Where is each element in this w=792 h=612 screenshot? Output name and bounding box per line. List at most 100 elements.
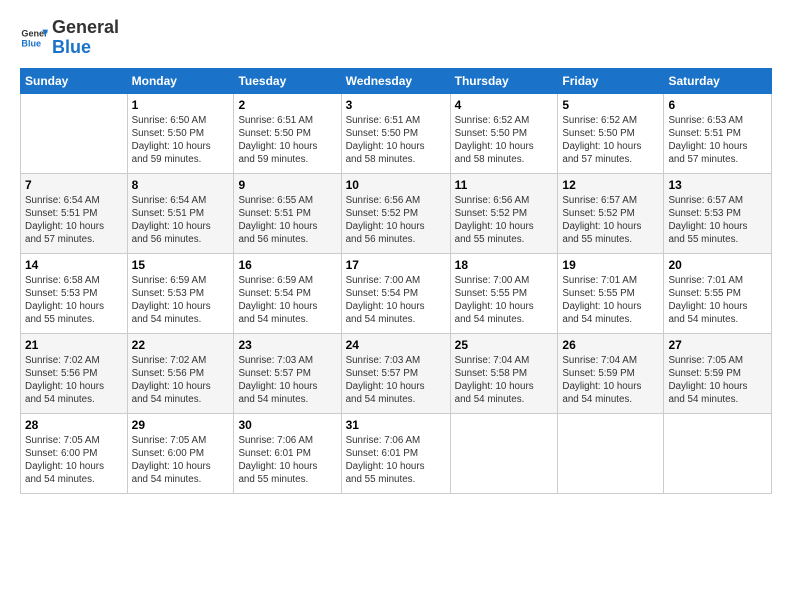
calendar-cell: 10 Sunrise: 6:56 AM Sunset: 5:52 PM Dayli… [341,173,450,253]
calendar-cell: 21Sunrise: 7:02 AM Sunset: 5:56 PM Dayli… [21,333,128,413]
calendar-cell: 20 Sunrise: 7:01 AM Sunset: 5:55 PM Dayli… [664,253,772,333]
day-info: Sunrise: 6:59 AM Sunset: 5:54 PM Dayligh… [238,274,336,327]
calendar-cell [450,413,558,493]
day-number: 2 [238,98,336,112]
day-number: 14 [25,258,123,272]
calendar-cell: 6 Sunrise: 6:53 AM Sunset: 5:51 PM Daylig… [664,93,772,173]
calendar-cell: 11Sunrise: 6:56 AM Sunset: 5:52 PM Dayli… [450,173,558,253]
day-info: Sunrise: 7:04 AM Sunset: 5:59 PM Dayligh… [562,354,659,407]
weekday-header-wednesday: Wednesday [341,68,450,93]
day-info: Sunrise: 6:50 AM Sunset: 5:50 PM Dayligh… [132,114,230,167]
calendar-cell: 8 Sunrise: 6:54 AM Sunset: 5:51 PM Daylig… [127,173,234,253]
day-number: 16 [238,258,336,272]
svg-text:Blue: Blue [21,38,41,48]
weekday-header-sunday: Sunday [21,68,128,93]
day-number: 9 [238,178,336,192]
weekday-header-saturday: Saturday [664,68,772,93]
calendar-cell: 30Sunrise: 7:06 AM Sunset: 6:01 PM Dayli… [234,413,341,493]
calendar-row-4: 21Sunrise: 7:02 AM Sunset: 5:56 PM Dayli… [21,333,772,413]
calendar-cell: 26 Sunrise: 7:04 AM Sunset: 5:59 PM Dayli… [558,333,664,413]
calendar-cell [664,413,772,493]
weekday-header-row: SundayMondayTuesdayWednesdayThursdayFrid… [21,68,772,93]
day-number: 15 [132,258,230,272]
day-number: 8 [132,178,230,192]
calendar-row-5: 28Sunrise: 7:05 AM Sunset: 6:00 PM Dayli… [21,413,772,493]
calendar-cell: 17 Sunrise: 7:00 AM Sunset: 5:54 PM Dayli… [341,253,450,333]
day-number: 3 [346,98,446,112]
day-number: 19 [562,258,659,272]
day-number: 17 [346,258,446,272]
day-info: Sunrise: 6:57 AM Sunset: 5:52 PM Dayligh… [562,194,659,247]
day-info: Sunrise: 7:06 AM Sunset: 6:01 PM Dayligh… [238,434,336,487]
page: General Blue General Blue SundayMondayTu… [0,0,792,612]
calendar-cell [21,93,128,173]
calendar-row-2: 7 Sunrise: 6:54 AM Sunset: 5:51 PM Daylig… [21,173,772,253]
day-info: Sunrise: 7:05 AM Sunset: 6:00 PM Dayligh… [132,434,230,487]
calendar-cell: 18 Sunrise: 7:00 AM Sunset: 5:55 PM Dayli… [450,253,558,333]
day-info: Sunrise: 6:56 AM Sunset: 5:52 PM Dayligh… [455,194,554,247]
day-number: 10 [346,178,446,192]
day-number: 6 [668,98,767,112]
day-number: 18 [455,258,554,272]
calendar-cell: 16 Sunrise: 6:59 AM Sunset: 5:54 PM Dayli… [234,253,341,333]
calendar-cell: 12 Sunrise: 6:57 AM Sunset: 5:52 PM Dayli… [558,173,664,253]
calendar-cell: 4 Sunrise: 6:52 AM Sunset: 5:50 PM Daylig… [450,93,558,173]
logo: General Blue General Blue [20,18,119,58]
header: General Blue General Blue [20,18,772,58]
day-info: Sunrise: 7:02 AM Sunset: 5:56 PM Dayligh… [25,354,123,407]
logo-text: General Blue [52,18,119,58]
day-number: 7 [25,178,123,192]
day-info: Sunrise: 6:56 AM Sunset: 5:52 PM Dayligh… [346,194,446,247]
calendar-cell: 24 Sunrise: 7:03 AM Sunset: 5:57 PM Dayli… [341,333,450,413]
day-number: 23 [238,338,336,352]
day-number: 25 [455,338,554,352]
day-number: 29 [132,418,230,432]
calendar-cell: 22Sunrise: 7:02 AM Sunset: 5:56 PM Dayli… [127,333,234,413]
calendar-cell: 13 Sunrise: 6:57 AM Sunset: 5:53 PM Dayli… [664,173,772,253]
calendar-cell [558,413,664,493]
day-number: 22 [132,338,230,352]
calendar-cell: 7Sunrise: 6:54 AM Sunset: 5:51 PM Daylig… [21,173,128,253]
day-info: Sunrise: 6:57 AM Sunset: 5:53 PM Dayligh… [668,194,767,247]
day-info: Sunrise: 6:55 AM Sunset: 5:51 PM Dayligh… [238,194,336,247]
day-number: 27 [668,338,767,352]
calendar-cell: 9 Sunrise: 6:55 AM Sunset: 5:51 PM Daylig… [234,173,341,253]
weekday-header-monday: Monday [127,68,234,93]
calendar-table: SundayMondayTuesdayWednesdayThursdayFrid… [20,68,772,494]
day-info: Sunrise: 7:01 AM Sunset: 5:55 PM Dayligh… [668,274,767,327]
calendar-cell: 29 Sunrise: 7:05 AM Sunset: 6:00 PM Dayli… [127,413,234,493]
day-info: Sunrise: 6:51 AM Sunset: 5:50 PM Dayligh… [238,114,336,167]
calendar-cell: 14Sunrise: 6:58 AM Sunset: 5:53 PM Dayli… [21,253,128,333]
weekday-header-thursday: Thursday [450,68,558,93]
weekday-header-tuesday: Tuesday [234,68,341,93]
day-info: Sunrise: 6:52 AM Sunset: 5:50 PM Dayligh… [562,114,659,167]
day-number: 24 [346,338,446,352]
day-info: Sunrise: 7:05 AM Sunset: 5:59 PM Dayligh… [668,354,767,407]
day-number: 12 [562,178,659,192]
day-info: Sunrise: 6:52 AM Sunset: 5:50 PM Dayligh… [455,114,554,167]
calendar-cell: 27 Sunrise: 7:05 AM Sunset: 5:59 PM Dayli… [664,333,772,413]
day-number: 20 [668,258,767,272]
day-info: Sunrise: 7:04 AM Sunset: 5:58 PM Dayligh… [455,354,554,407]
day-info: Sunrise: 7:00 AM Sunset: 5:55 PM Dayligh… [455,274,554,327]
day-info: Sunrise: 6:54 AM Sunset: 5:51 PM Dayligh… [132,194,230,247]
day-number: 31 [346,418,446,432]
calendar-row-1: 1Sunrise: 6:50 AM Sunset: 5:50 PM Daylig… [21,93,772,173]
day-number: 13 [668,178,767,192]
day-info: Sunrise: 7:03 AM Sunset: 5:57 PM Dayligh… [238,354,336,407]
day-info: Sunrise: 7:01 AM Sunset: 5:55 PM Dayligh… [562,274,659,327]
day-number: 26 [562,338,659,352]
day-info: Sunrise: 7:03 AM Sunset: 5:57 PM Dayligh… [346,354,446,407]
day-number: 5 [562,98,659,112]
day-info: Sunrise: 7:05 AM Sunset: 6:00 PM Dayligh… [25,434,123,487]
day-info: Sunrise: 6:51 AM Sunset: 5:50 PM Dayligh… [346,114,446,167]
calendar-cell: 1Sunrise: 6:50 AM Sunset: 5:50 PM Daylig… [127,93,234,173]
day-info: Sunrise: 6:59 AM Sunset: 5:53 PM Dayligh… [132,274,230,327]
day-info: Sunrise: 7:00 AM Sunset: 5:54 PM Dayligh… [346,274,446,327]
day-info: Sunrise: 6:53 AM Sunset: 5:51 PM Dayligh… [668,114,767,167]
day-number: 4 [455,98,554,112]
calendar-cell: 28Sunrise: 7:05 AM Sunset: 6:00 PM Dayli… [21,413,128,493]
calendar-cell: 23 Sunrise: 7:03 AM Sunset: 5:57 PM Dayli… [234,333,341,413]
calendar-cell: 5 Sunrise: 6:52 AM Sunset: 5:50 PM Daylig… [558,93,664,173]
day-info: Sunrise: 7:06 AM Sunset: 6:01 PM Dayligh… [346,434,446,487]
